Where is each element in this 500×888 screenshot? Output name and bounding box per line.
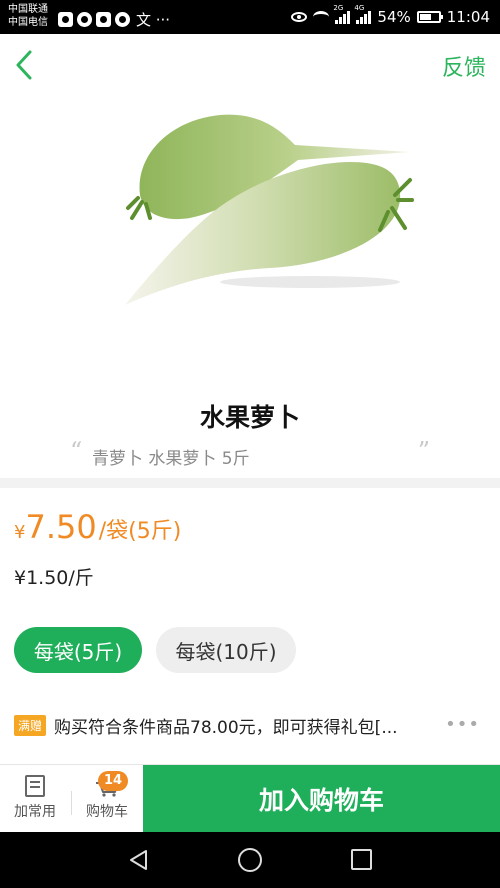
close-quote-icon: ” [417, 437, 430, 465]
nav-recents-icon[interactable] [351, 849, 372, 870]
open-quote-icon: “ [70, 437, 83, 465]
spec-option-10jin[interactable]: 每袋(10斤) [156, 627, 296, 673]
feedback-button[interactable]: 反馈 [442, 50, 486, 82]
nav-back-icon[interactable] [128, 849, 150, 871]
cart-label: 购物车 [86, 804, 128, 820]
cart-button[interactable]: 14 购物车 [72, 765, 142, 833]
notification-icons: 文 ··· [58, 9, 170, 30]
app-notification-icon [77, 12, 92, 27]
battery-icon [416, 11, 443, 23]
price-currency: ¥ [14, 522, 26, 543]
add-to-cart-button[interactable]: 加入购物车 [143, 765, 500, 833]
price-unit: /袋(5斤) [98, 519, 182, 544]
nav-home-icon[interactable] [238, 848, 262, 872]
wifi-icon [313, 11, 330, 23]
system-nav-bar [0, 832, 500, 888]
more-icon[interactable]: ••• [445, 714, 480, 735]
bottom-action-bar: 加常用 14 购物车 加入购物车 [0, 764, 500, 833]
back-button[interactable] [10, 48, 40, 82]
price-value: 7.50 [25, 508, 97, 546]
promo-text: 购买符合条件商品78.00元，即可获得礼包[... [54, 717, 398, 738]
play-notification-icon [115, 12, 130, 27]
status-bar: 中国联通 中国电信 文 ··· 2G 4G 54% 11:04 [0, 0, 500, 34]
carrier-2: 中国电信 [8, 17, 48, 28]
chevron-left-icon [16, 50, 32, 80]
system-status: 2G 4G 54% 11:04 [291, 4, 490, 26]
shield-app-icon [58, 12, 73, 27]
section-divider [0, 478, 500, 488]
promo-tag: 满赠 [14, 714, 47, 736]
eye-comfort-icon [291, 12, 308, 22]
spec-option-5jin[interactable]: 每袋(5斤) [14, 627, 142, 673]
carrier-info: 中国联通 中国电信 [8, 3, 48, 29]
add-to-favorites-button[interactable]: 加常用 [0, 765, 70, 833]
lock-app-icon [96, 12, 111, 27]
extra-notifications: 文 ··· [136, 11, 171, 29]
promo-row[interactable]: 满赠 购买符合条件商品78.00元，即可获得礼包[... ••• [14, 710, 486, 740]
list-icon [25, 775, 45, 797]
unit-price: ¥1.50/斤 [14, 567, 94, 589]
network-type-1: 2G [333, 4, 344, 12]
network-type-2: 4G [354, 4, 365, 12]
signal-2-icon: 4G [354, 4, 372, 24]
price: ¥ 7.50 /袋(5斤) [14, 508, 181, 546]
add-to-favorites-label: 加常用 [14, 804, 56, 820]
battery-percent: 54% [377, 8, 411, 26]
clock: 11:04 [446, 8, 490, 26]
cart-count-badge: 14 [98, 771, 128, 791]
carrier-1: 中国联通 [8, 4, 48, 15]
signal-1-icon: 2G [333, 4, 351, 24]
product-subtitle-block: “ 青萝卜 水果萝卜 5斤 ” [70, 437, 430, 471]
product-image [110, 100, 420, 330]
product-title: 水果萝卜 [199, 403, 300, 432]
product-subtitle: 青萝卜 水果萝卜 5斤 [92, 449, 250, 469]
